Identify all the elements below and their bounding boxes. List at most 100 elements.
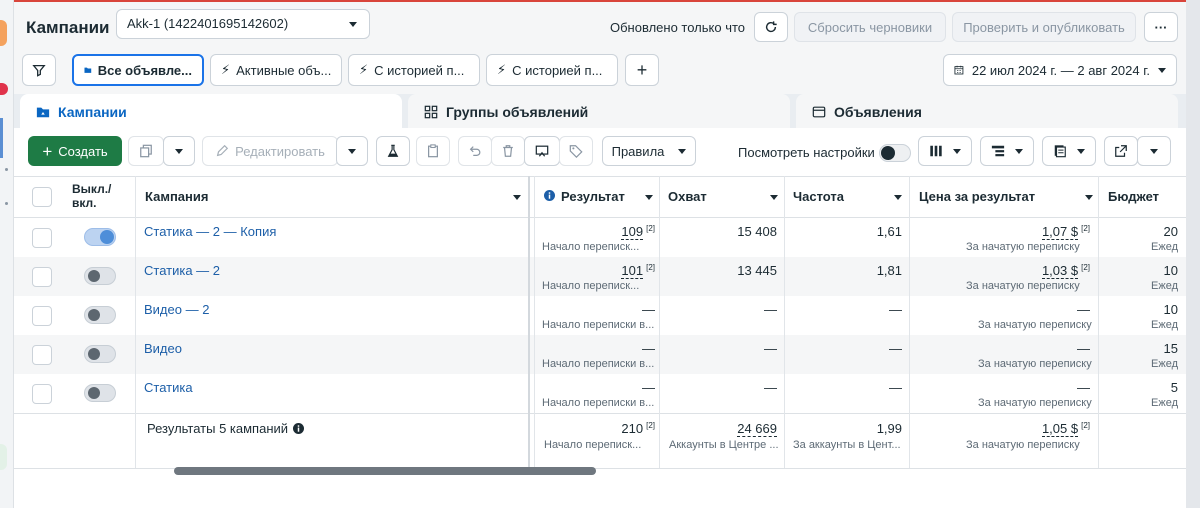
column-header-reach[interactable]: Охват	[668, 189, 707, 204]
columns-button[interactable]	[918, 136, 972, 166]
edit-button[interactable]: Редактировать	[202, 136, 338, 166]
ab-test-button[interactable]	[524, 136, 560, 166]
delete-button[interactable]	[491, 136, 525, 166]
rules-dropdown[interactable]: Правила	[602, 136, 696, 166]
campaign-toggle[interactable]	[84, 306, 116, 324]
campaign-name-link[interactable]: Видео — 2	[144, 302, 209, 317]
frequency-value: —	[889, 380, 902, 395]
campaign-name-link[interactable]: Видео	[144, 341, 182, 356]
column-header-toggle[interactable]: Выкл./ вкл.	[72, 182, 124, 210]
clipboard-button[interactable]	[416, 136, 450, 166]
horizontal-scrollbar[interactable]	[174, 467, 596, 475]
edit-dropdown[interactable]	[336, 136, 368, 166]
reach-value: 15 408	[737, 224, 777, 239]
more-button[interactable]: ···	[1144, 12, 1178, 42]
column-header-frequency[interactable]: Частота	[793, 189, 844, 204]
lightning-icon: ⚡︎	[221, 62, 231, 77]
totals-row: Результаты 5 кампаний 210 [2] Начало пере…	[14, 413, 1186, 468]
row-checkbox[interactable]	[32, 306, 52, 326]
account-selector[interactable]: Akk-1 (1422401695142602)	[116, 9, 370, 39]
date-range-picker[interactable]: 22 июл 2024 г. — 2 авг 2024 г.	[943, 54, 1177, 86]
table-row[interactable]: Статика — 2 101 [2] Начало переписк... 13…	[14, 257, 1186, 296]
totals-result-type: Начало переписк...	[544, 439, 642, 451]
create-label: Создать	[58, 143, 108, 159]
filter-history-1[interactable]: ⚡︎ С историей п...	[348, 54, 480, 86]
chevron-down-icon[interactable]	[645, 195, 653, 200]
campaign-toggle[interactable]	[84, 384, 116, 402]
reports-button[interactable]	[1042, 136, 1096, 166]
chevron-down-icon	[1077, 148, 1085, 154]
campaign-toggle[interactable]	[84, 228, 116, 246]
info-icon[interactable]	[293, 423, 305, 434]
reach-value: —	[764, 341, 777, 356]
chevron-down-icon[interactable]	[894, 195, 902, 200]
filter-button[interactable]	[22, 54, 56, 86]
chevron-down-icon[interactable]	[770, 195, 778, 200]
row-checkbox[interactable]	[32, 267, 52, 287]
totals-result: 210 [2]	[621, 421, 655, 436]
cost-value: 1,03 $ [2]	[1041, 263, 1090, 279]
row-checkbox[interactable]	[32, 345, 52, 365]
left-sidebar-strip	[0, 0, 14, 508]
refresh-button[interactable]	[754, 12, 788, 42]
undo-button[interactable]	[458, 136, 492, 166]
column-header-result[interactable]: Результат	[561, 189, 625, 204]
notification-badge	[0, 83, 8, 95]
campaign-toggle[interactable]	[84, 345, 116, 363]
breakdown-icon	[991, 145, 1005, 157]
totals-frequency: 1,99	[876, 421, 902, 436]
row-checkbox[interactable]	[32, 384, 52, 404]
row-checkbox[interactable]	[32, 228, 52, 248]
test-button[interactable]	[376, 136, 410, 166]
view-settings-label: Посмотреть настройки	[738, 145, 875, 160]
campaign-name-link[interactable]: Статика — 2	[144, 263, 220, 278]
duplicate-button[interactable]	[128, 136, 164, 166]
column-divider	[784, 176, 785, 468]
chevron-down-icon[interactable]	[1085, 195, 1093, 200]
tab-campaigns[interactable]: Кампании	[20, 94, 402, 130]
reach-value: —	[764, 380, 777, 395]
reset-drafts-button[interactable]: Сбросить черновики	[794, 12, 946, 42]
totals-label: Результаты 5 кампаний	[147, 421, 305, 436]
breakdown-button[interactable]	[980, 136, 1034, 166]
reports-icon	[1054, 145, 1066, 158]
tag-button[interactable]	[559, 136, 593, 166]
account-name: Akk-1 (1422401695142602)	[127, 16, 289, 31]
chevron-down-icon	[175, 148, 183, 154]
column-header-cost-per-result[interactable]: Цена за результат	[919, 189, 1035, 204]
column-header-campaign[interactable]: Кампания	[145, 189, 208, 204]
sidebar-bottom-icon[interactable]	[0, 444, 7, 470]
chevron-down-icon[interactable]	[513, 195, 521, 200]
campaign-toggle[interactable]	[84, 267, 116, 285]
lightning-icon: ⚡︎	[359, 62, 369, 77]
campaign-name-link[interactable]: Статика	[144, 380, 193, 395]
review-publish-button[interactable]: Проверить и опубликовать	[952, 12, 1136, 42]
budget-type: Ежед	[1151, 397, 1178, 409]
filter-all-ads[interactable]: Все объявле...	[72, 54, 204, 86]
tab-ads[interactable]: Объявления	[796, 94, 1178, 130]
export-button[interactable]	[1104, 136, 1138, 166]
table-row[interactable]: Видео — 2 — Начало переписки в... — — — …	[14, 296, 1186, 335]
filter-label: Все объявле...	[97, 62, 192, 78]
column-header-budget[interactable]: Бюджет	[1108, 189, 1159, 204]
view-settings-switch[interactable]	[879, 144, 911, 162]
tab-ad-sets[interactable]: Группы объявлений	[408, 94, 790, 130]
reach-value: 13 445	[737, 263, 777, 278]
filter-active-ads[interactable]: ⚡︎ Активные объ...	[210, 54, 342, 86]
date-range-text: 22 июл 2024 г. — 2 авг 2024 г.	[971, 62, 1150, 78]
ads-manager: Кампании Akk-1 (1422401695142602) Обновл…	[14, 2, 1186, 508]
export-dropdown[interactable]	[1137, 136, 1171, 166]
table-row[interactable]: Статика — 2 — Копия 109 [2] Начало перепи…	[14, 218, 1186, 257]
add-filter-button[interactable]: +	[625, 54, 659, 86]
table-row[interactable]: Статика — Начало переписки в... — — — За…	[14, 374, 1186, 413]
duplicate-dropdown[interactable]	[163, 136, 195, 166]
filter-history-2[interactable]: ⚡︎ С историей п...	[486, 54, 618, 86]
sidebar-app-icon[interactable]	[0, 20, 7, 46]
create-button[interactable]: + Создать	[28, 136, 122, 166]
column-divider	[909, 176, 910, 468]
table-row[interactable]: Видео — Начало переписки в... — — — За н…	[14, 335, 1186, 374]
campaign-name-link[interactable]: Статика — 2 — Копия	[144, 224, 276, 239]
select-all-checkbox[interactable]	[32, 187, 52, 207]
budget-type: Ежед	[1151, 358, 1178, 370]
info-icon[interactable]	[544, 189, 555, 204]
